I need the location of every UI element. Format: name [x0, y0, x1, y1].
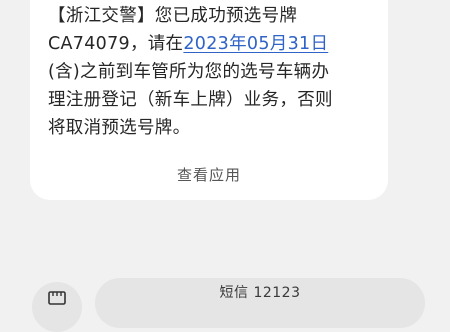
message-line: 理注册登记（新车上牌）业务，否则: [48, 90, 333, 110]
message-line: CA74079，请在2023年05月31日: [48, 30, 378, 58]
view-app-button[interactable]: 查看应用: [30, 164, 388, 185]
message-bubble: 【浙江交警】您已成功预选号牌 CA74079，请在2023年05月31日 (含)…: [30, 0, 388, 200]
plate-number-text: CA74079，请在: [48, 34, 184, 54]
message-text: 【浙江交警】您已成功预选号牌 CA74079，请在2023年05月31日 (含)…: [48, 2, 378, 142]
date-link[interactable]: 2023年05月31日: [183, 34, 328, 54]
message-line: 将取消预选号牌。: [48, 118, 191, 138]
message-line: (含)之前到车管所为您的选号车辆办: [48, 62, 330, 82]
composer-bar: 短信 12123: [0, 266, 450, 332]
sim-card-icon: [48, 291, 66, 305]
message-input[interactable]: 短信 12123: [95, 278, 425, 328]
message-input-placeholder: 短信 12123: [219, 285, 301, 301]
message-line: 【浙江交警】您已成功预选号牌: [48, 6, 298, 26]
sim-select-button[interactable]: [32, 282, 82, 332]
